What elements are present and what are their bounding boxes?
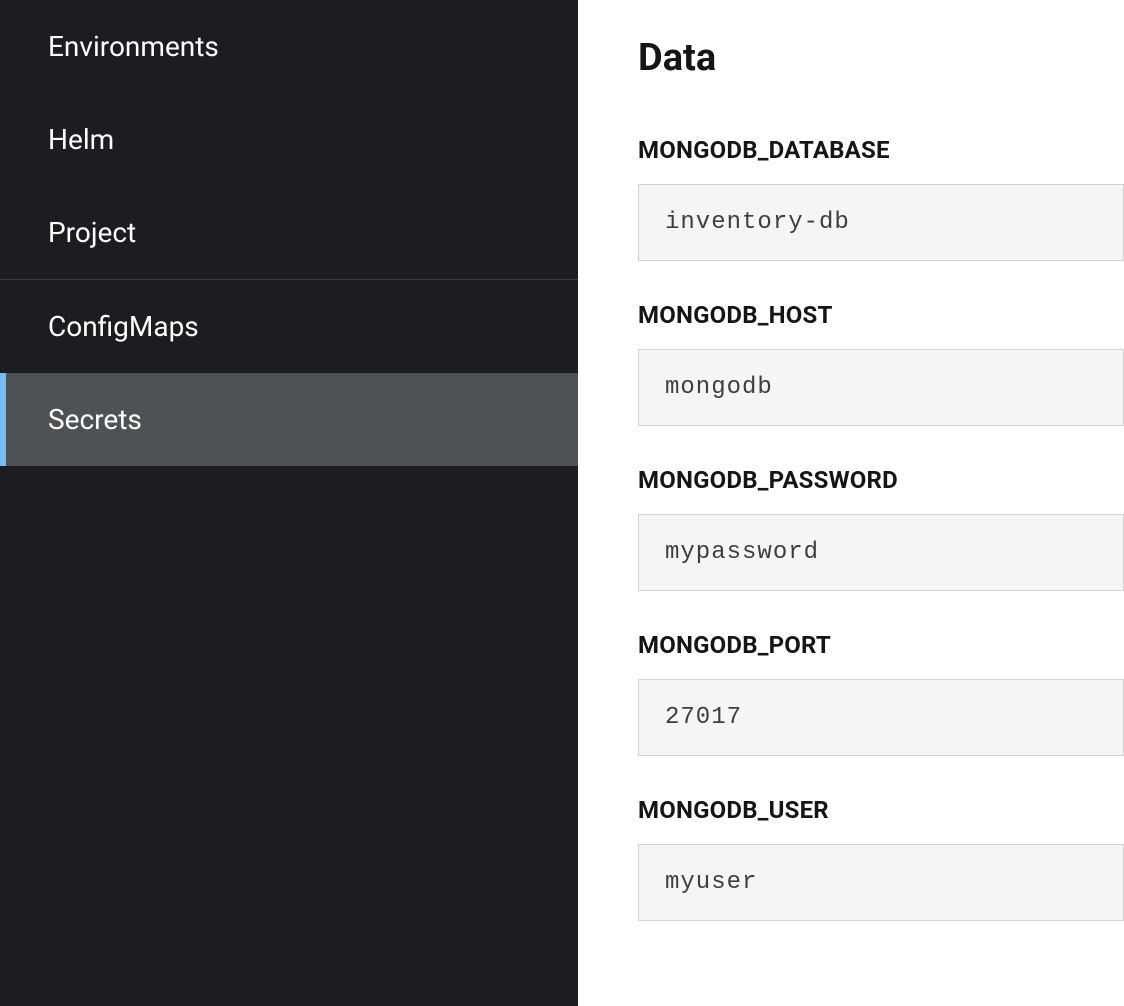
data-field-key: MONGODB_USER bbox=[638, 796, 1124, 824]
sidebar-item-label: Secrets bbox=[48, 403, 142, 436]
section-heading: Data bbox=[638, 36, 1124, 80]
sidebar-item-label: ConfigMaps bbox=[48, 310, 199, 343]
sidebar-item-label: Project bbox=[48, 216, 136, 249]
sidebar-item-helm[interactable]: Helm bbox=[0, 93, 578, 186]
main-content: Data MONGODB_DATABASE inventory-db MONGO… bbox=[578, 0, 1124, 1006]
sidebar-item-label: Helm bbox=[48, 123, 114, 156]
data-field-key: MONGODB_DATABASE bbox=[638, 136, 1124, 164]
data-field-value: myuser bbox=[638, 844, 1124, 921]
data-field-value: mypassword bbox=[638, 514, 1124, 591]
data-field: MONGODB_USER myuser bbox=[638, 796, 1124, 921]
sidebar-item-environments[interactable]: Environments bbox=[0, 0, 578, 93]
data-field-value: mongodb bbox=[638, 349, 1124, 426]
data-field-value: inventory-db bbox=[638, 184, 1124, 261]
sidebar-item-label: Environments bbox=[48, 30, 219, 63]
data-field-value: 27017 bbox=[638, 679, 1124, 756]
data-field: MONGODB_HOST mongodb bbox=[638, 301, 1124, 426]
data-field: MONGODB_PORT 27017 bbox=[638, 631, 1124, 756]
sidebar: Environments Helm Project ConfigMaps Sec… bbox=[0, 0, 578, 1006]
data-field: MONGODB_DATABASE inventory-db bbox=[638, 136, 1124, 261]
sidebar-item-secrets[interactable]: Secrets bbox=[0, 373, 578, 466]
data-field-key: MONGODB_HOST bbox=[638, 301, 1124, 329]
data-field-key: MONGODB_PORT bbox=[638, 631, 1124, 659]
sidebar-item-configmaps[interactable]: ConfigMaps bbox=[0, 279, 578, 373]
sidebar-item-project[interactable]: Project bbox=[0, 186, 578, 279]
data-field: MONGODB_PASSWORD mypassword bbox=[638, 466, 1124, 591]
data-field-key: MONGODB_PASSWORD bbox=[638, 466, 1124, 494]
